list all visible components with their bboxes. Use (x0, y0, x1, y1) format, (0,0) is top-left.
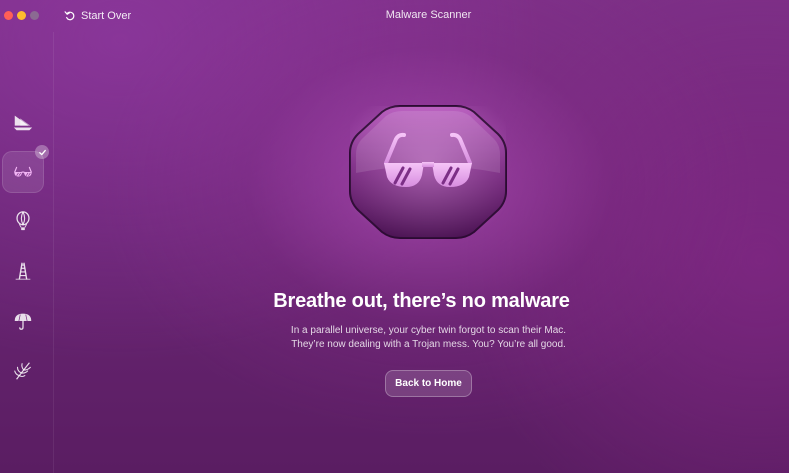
sidebar-item-cleanup[interactable] (2, 101, 44, 143)
back-to-home-button[interactable]: Back to Home (385, 370, 472, 397)
checkmark-icon (38, 149, 46, 155)
description-line: In a parallel universe, your cyber twin … (290, 325, 567, 336)
result-headline: Breathe out, there’s no malware (273, 290, 570, 312)
title-bar: Start Over Malware Scanner (0, 0, 789, 32)
umbrella-icon (14, 313, 32, 330)
description-line: They’re now dealing with a Trojan mess. … (291, 339, 566, 350)
completed-check-badge (35, 145, 49, 159)
sidebar (0, 32, 54, 473)
result-hero-badge (348, 103, 508, 241)
sailboat-icon (13, 115, 33, 131)
hot-air-balloon-icon (16, 211, 30, 231)
sunglasses-icon (349, 105, 507, 239)
sunglasses-icon (14, 166, 32, 177)
sidebar-item-malware[interactable] (2, 145, 49, 193)
sidebar-item-applications[interactable] (2, 250, 44, 292)
sidebar-item-protection[interactable] (2, 300, 44, 342)
window-title: Malware Scanner (385, 9, 472, 21)
result-description: In a parallel universe, your cyber twin … (54, 324, 789, 352)
palm-leaf-icon (14, 362, 31, 380)
sidebar-item-clutter[interactable] (2, 350, 44, 392)
ladder-icon (15, 262, 31, 280)
sidebar-item-performance[interactable] (2, 200, 44, 242)
